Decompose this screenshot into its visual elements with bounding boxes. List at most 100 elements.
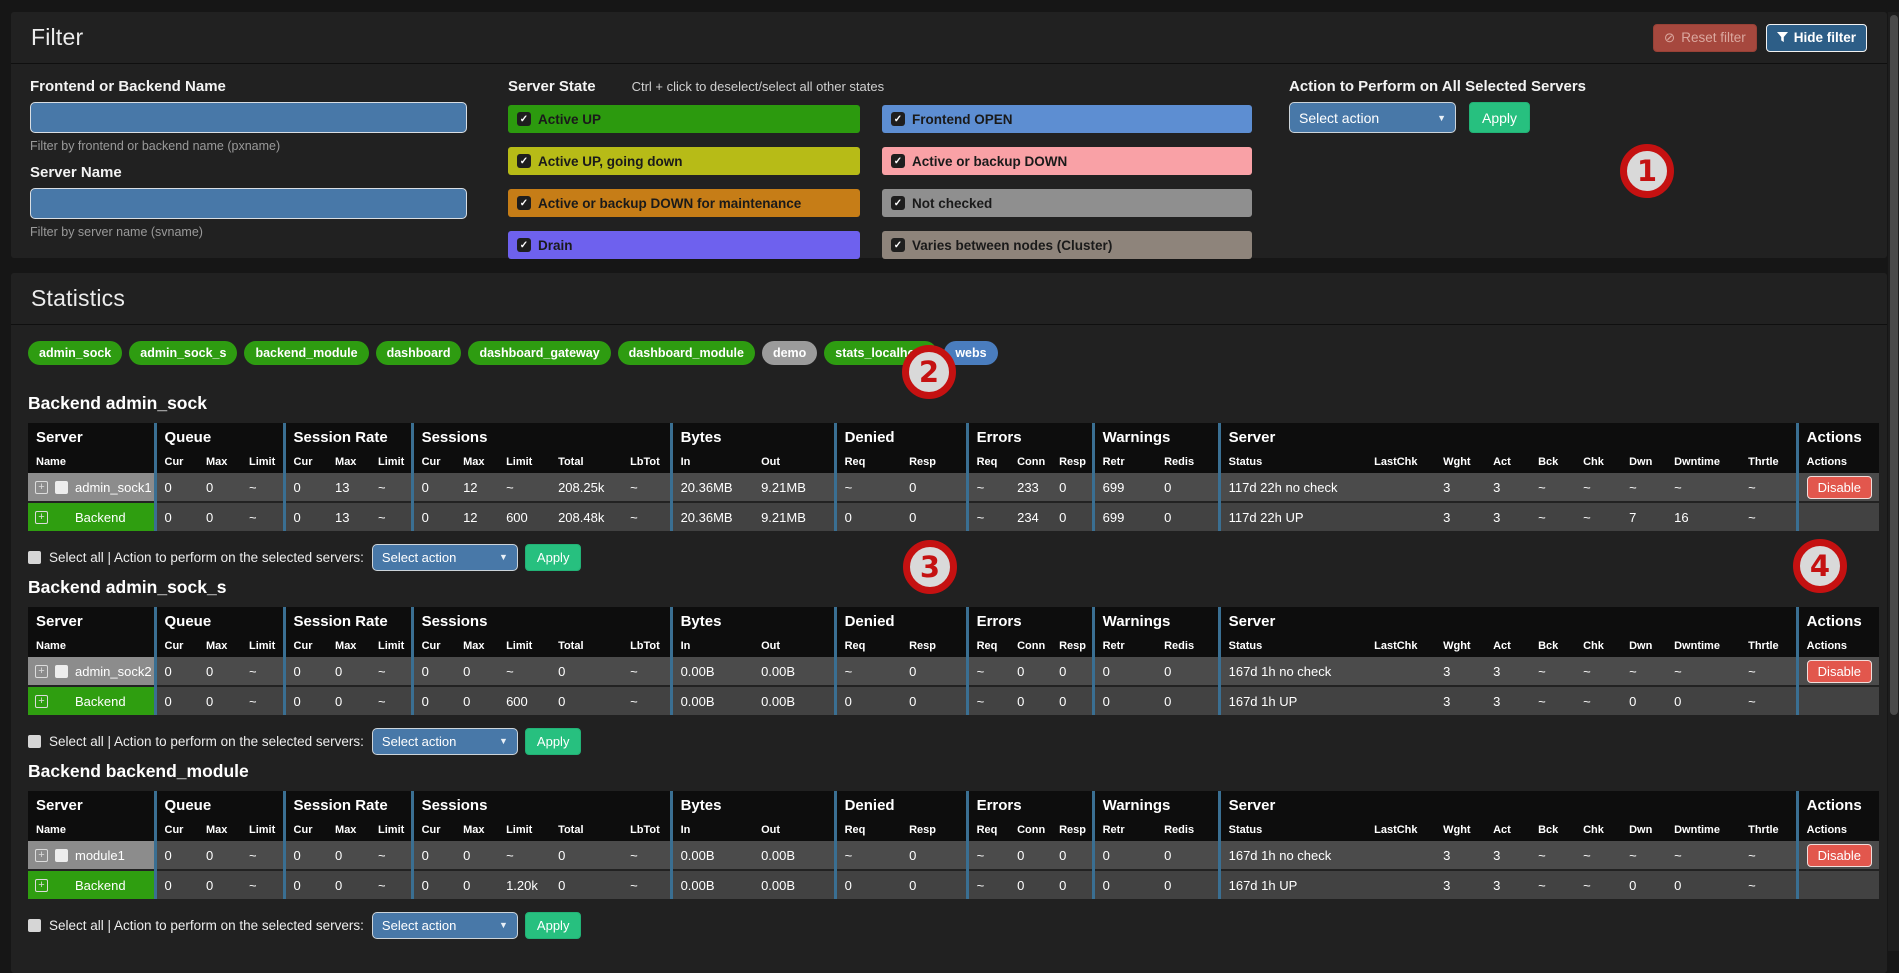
row-checkbox[interactable]	[55, 849, 68, 862]
server-row: +module100~00~00~0~0.00B0.00B~0~0000167d…	[28, 841, 1879, 870]
state-option-active-up[interactable]: ✓Active UP	[508, 105, 860, 133]
proxy-badge-admin-sock-s[interactable]: admin_sock_s	[129, 341, 237, 365]
column-thrtle: Thrtle	[1740, 819, 1797, 841]
column-in: In	[671, 819, 753, 841]
column-max: Max	[455, 451, 498, 473]
column-limit: Limit	[370, 451, 412, 473]
backend-title: Backend admin_sock	[28, 393, 1887, 414]
global-action-select[interactable]: Select action ▼	[1289, 102, 1456, 133]
column-redis: Redis	[1156, 451, 1219, 473]
hide-filter-button[interactable]: Hide filter	[1766, 24, 1867, 52]
column-act: Act	[1485, 635, 1530, 657]
actions-cell: Disable	[1797, 473, 1879, 502]
global-apply-button[interactable]: Apply	[1469, 102, 1530, 133]
column-cur: Cur	[284, 635, 327, 657]
column-lbtot: LbTot	[622, 819, 671, 841]
row-checkbox[interactable]	[55, 665, 68, 678]
state-option-varies-between-nodes-cluster-[interactable]: ✓Varies between nodes (Cluster)	[882, 231, 1252, 259]
column-redis: Redis	[1156, 819, 1219, 841]
server-name: Backend	[75, 694, 126, 709]
state-option-active-or-backup-down-for-maintenance[interactable]: ✓Active or backup DOWN for maintenance	[508, 189, 860, 217]
state-option-not-checked[interactable]: ✓Not checked	[882, 189, 1252, 217]
proxy-badge-admin-sock[interactable]: admin_sock	[28, 341, 122, 365]
column-total: Total	[550, 819, 622, 841]
proxy-badge-demo[interactable]: demo	[762, 341, 817, 365]
column-cur: Cur	[284, 819, 327, 841]
table-action-select[interactable]: Select action▼	[372, 912, 518, 939]
actions-cell	[1797, 870, 1879, 899]
expand-icon[interactable]: +	[35, 695, 48, 708]
column-lastchk: LastChk	[1366, 451, 1435, 473]
expand-icon[interactable]: +	[35, 481, 48, 494]
proxy-badge-dashboard-module[interactable]: dashboard_module	[618, 341, 755, 365]
table-apply-button[interactable]: Apply	[525, 544, 582, 571]
expand-icon[interactable]: +	[35, 879, 48, 892]
column-max: Max	[198, 451, 241, 473]
table-action-select[interactable]: Select action▼	[372, 544, 518, 571]
column-req: Req	[835, 819, 901, 841]
scrollbar-thumb[interactable]	[1890, 15, 1898, 715]
server-name-help: Filter by server name (svname)	[30, 225, 467, 239]
frontend-name-input[interactable]	[30, 102, 467, 133]
row-checkbox[interactable]	[55, 481, 68, 494]
column-wght: Wght	[1435, 451, 1485, 473]
actions-cell	[1797, 502, 1879, 531]
state-option-active-up-going-down[interactable]: ✓Active UP, going down	[508, 147, 860, 175]
global-action-row: Select action ▼ Apply	[1289, 102, 1589, 133]
column-lastchk: LastChk	[1366, 819, 1435, 841]
column-name: Name	[28, 819, 155, 841]
column-chk: Chk	[1575, 819, 1621, 841]
column-redis: Redis	[1156, 635, 1219, 657]
state-option-frontend-open[interactable]: ✓Frontend OPEN	[882, 105, 1252, 133]
annotation-circle-2: 2	[902, 345, 956, 399]
table-action-bar: Select all | Action to perform on the se…	[28, 543, 1887, 571]
column-group-denied: Denied	[835, 607, 967, 635]
table-action-select[interactable]: Select action▼	[372, 728, 518, 755]
statistics-title: Statistics	[31, 285, 125, 312]
disable-button[interactable]: Disable	[1807, 844, 1872, 867]
column-group-server: Server	[1219, 607, 1797, 635]
table-apply-button[interactable]: Apply	[525, 728, 582, 755]
column-group-bytes: Bytes	[671, 607, 835, 635]
stats-table: ServerQueueSession RateSessionsBytesDeni…	[28, 423, 1879, 531]
column-cur: Cur	[155, 819, 198, 841]
select-all-checkbox[interactable]	[28, 551, 41, 564]
column-group-warnings: Warnings	[1093, 607, 1219, 635]
reset-filter-button[interactable]: ⊘ Reset filter	[1653, 24, 1757, 52]
funnel-icon	[1777, 32, 1788, 43]
column-conn: Conn	[1009, 451, 1051, 473]
column-limit: Limit	[370, 819, 412, 841]
column-group-errors: Errors	[967, 607, 1093, 635]
server-name: Backend	[75, 878, 126, 893]
server-name-input[interactable]	[30, 188, 467, 219]
column-wght: Wght	[1435, 819, 1485, 841]
column-req: Req	[835, 451, 901, 473]
expand-icon[interactable]: +	[35, 849, 48, 862]
actions-cell: Disable	[1797, 657, 1879, 686]
expand-icon[interactable]: +	[35, 665, 48, 678]
column-status: Status	[1219, 819, 1366, 841]
column-group-denied: Denied	[835, 423, 967, 451]
column-group-server: Server	[28, 607, 155, 635]
proxy-badge-dashboard-gateway[interactable]: dashboard_gateway	[468, 341, 610, 365]
column-total: Total	[550, 451, 622, 473]
select-all-checkbox[interactable]	[28, 919, 41, 932]
column-limit: Limit	[498, 451, 550, 473]
proxy-badge-dashboard[interactable]: dashboard	[376, 341, 462, 365]
state-option-drain[interactable]: ✓Drain	[508, 231, 860, 259]
disable-button[interactable]: Disable	[1807, 476, 1872, 499]
checkbox-checked-icon: ✓	[891, 154, 905, 168]
backend-row: +Backend00~00~001.20k0~0.00B0.00B00~0000…	[28, 870, 1879, 899]
column-max: Max	[455, 635, 498, 657]
proxy-badge-backend-module[interactable]: backend_module	[244, 341, 368, 365]
actions-cell: Disable	[1797, 841, 1879, 870]
select-all-checkbox[interactable]	[28, 735, 41, 748]
expand-icon[interactable]: +	[35, 511, 48, 524]
state-option-active-or-backup-down[interactable]: ✓Active or backup DOWN	[882, 147, 1252, 175]
disable-button[interactable]: Disable	[1807, 660, 1872, 683]
column-group-bytes: Bytes	[671, 791, 835, 819]
scrollbar[interactable]	[1888, 12, 1899, 951]
column-lastchk: LastChk	[1366, 635, 1435, 657]
table-action-select-value: Select action	[382, 550, 456, 565]
table-apply-button[interactable]: Apply	[525, 912, 582, 939]
